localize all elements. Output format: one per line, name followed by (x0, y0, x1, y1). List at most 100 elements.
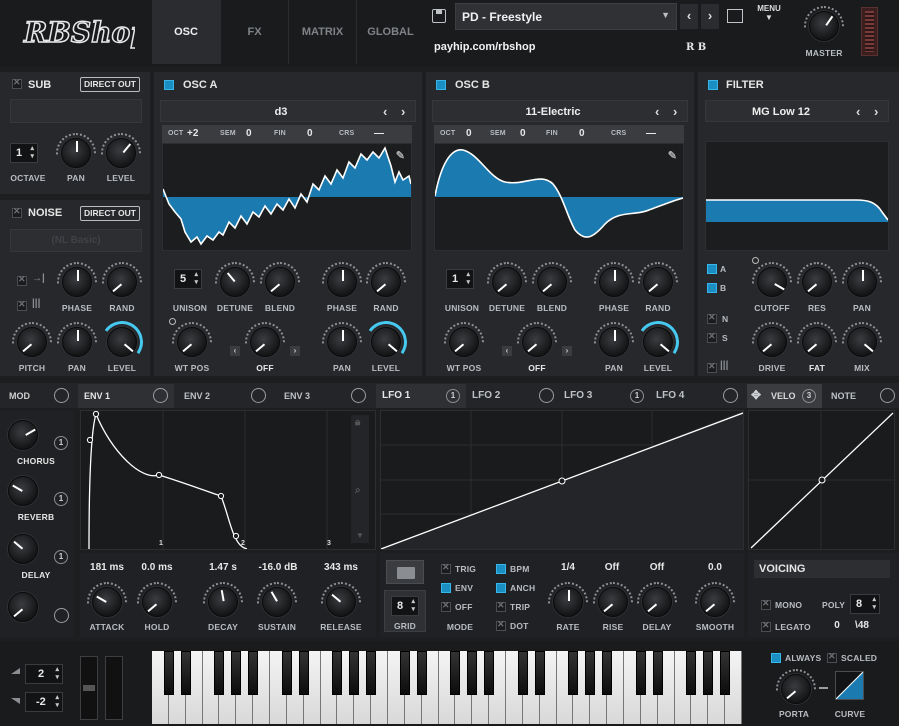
osc-a-detune-knob[interactable] (220, 267, 250, 297)
browser-icon[interactable] (727, 9, 743, 23)
noise-keytrack-toggle[interactable] (17, 299, 27, 311)
macro-2-label[interactable]: REVERB (4, 512, 68, 522)
pitch-bend-down-stepper[interactable]: -2 (25, 692, 63, 712)
folder-icon[interactable] (386, 560, 424, 584)
osc-b-enable-checkbox[interactable] (436, 80, 446, 90)
osc-b-rand-knob[interactable] (643, 267, 673, 297)
tab-env-2[interactable]: ENV 2 (176, 384, 272, 408)
preset-next-button[interactable]: › (701, 4, 719, 29)
tab-velo[interactable]: ✥ VELO 3 (747, 384, 822, 408)
poly-stepper[interactable]: 8 (850, 594, 880, 614)
noise-pan-knob[interactable] (62, 327, 92, 357)
filter-cutoff-knob[interactable] (757, 267, 787, 297)
piano-black-key[interactable] (652, 651, 663, 695)
noise-enable-checkbox[interactable] (12, 206, 22, 218)
lfo-trip-toggle[interactable] (496, 600, 506, 612)
macro-1-knob[interactable] (8, 420, 38, 450)
osc-b-waveform-display[interactable]: ✎ (434, 143, 684, 251)
osc-a-crs-value[interactable]: — (374, 128, 384, 139)
sub-direct-out-button[interactable]: DIRECT OUT (80, 77, 140, 92)
piano-black-key[interactable] (214, 651, 225, 695)
osc-b-detune-knob[interactable] (492, 267, 522, 297)
osc-a-warp-knob[interactable] (250, 327, 280, 357)
tab-matrix[interactable]: MATRIX (288, 0, 356, 64)
lfo-rate-knob[interactable] (553, 587, 583, 617)
tab-osc[interactable]: OSC (152, 0, 220, 64)
osc-b-oct-value[interactable]: 0 (466, 128, 472, 139)
sub-pan-knob[interactable] (61, 138, 91, 168)
noise-direct-out-button[interactable]: DIRECT OUT (80, 206, 140, 221)
osc-b-level-knob[interactable] (643, 327, 673, 357)
macro-1-label[interactable]: CHORUS (4, 456, 68, 466)
osc-a-unison-stepper[interactable]: 5 (174, 269, 202, 289)
zoom-icon[interactable]: ⌕ (355, 485, 361, 496)
env-hold-knob[interactable] (142, 587, 172, 617)
env-release-knob[interactable] (326, 587, 356, 617)
velocity-display[interactable] (748, 410, 895, 550)
tab-fx[interactable]: FX (220, 0, 288, 64)
piano-black-key[interactable] (534, 651, 545, 695)
filter-route-s-checkbox[interactable] (707, 331, 717, 343)
piano-black-key[interactable] (332, 651, 343, 695)
lock-icon[interactable]: 🔒︎ (355, 417, 360, 428)
noise-pitch-knob[interactable] (17, 327, 47, 357)
piano-black-key[interactable] (568, 651, 579, 695)
drag-source-icon[interactable] (251, 388, 266, 403)
filter-keytrack-toggle[interactable] (707, 361, 717, 373)
piano-black-key[interactable] (450, 651, 461, 695)
porta-knob[interactable] (781, 674, 811, 704)
osc-b-wtpos-knob[interactable] (449, 327, 479, 357)
sub-level-knob[interactable] (106, 138, 136, 168)
piano-black-key[interactable] (720, 651, 731, 695)
piano-black-key[interactable] (703, 651, 714, 695)
porta-curve-button[interactable] (835, 671, 864, 700)
piano-black-key[interactable] (231, 651, 242, 695)
macro-2-knob[interactable] (8, 476, 38, 506)
filter-enable-checkbox[interactable] (708, 80, 718, 90)
menu-button[interactable]: MENU ▼ (753, 4, 785, 29)
osc-a-level-knob[interactable] (371, 327, 401, 357)
porta-always-toggle[interactable] (771, 653, 781, 663)
osc-b-crs-value[interactable]: — (646, 128, 656, 139)
osc-b-wavetable-selector[interactable]: 11-Electric ‹ › (432, 100, 688, 122)
piano-black-key[interactable] (163, 651, 174, 695)
tab-note[interactable]: NOTE (825, 384, 899, 408)
filter-route-b-checkbox[interactable] (707, 283, 717, 293)
sub-octave-stepper[interactable]: 1 (10, 143, 38, 163)
noise-retrig-toggle[interactable] (17, 274, 27, 286)
piano-black-key[interactable] (298, 651, 309, 695)
osc-a-waveform-display[interactable]: ✎ (162, 143, 412, 251)
osc-b-sem-value[interactable]: 0 (520, 128, 526, 139)
lfo-display[interactable] (380, 410, 744, 550)
noise-sample-selector[interactable]: (NL Basic) (10, 229, 142, 252)
scroll-down-icon[interactable]: ▼ (356, 531, 364, 540)
osc-a-warp-next-button[interactable]: › (290, 346, 300, 356)
piano-black-key[interactable] (585, 651, 596, 695)
filter-type-selector[interactable]: MG Low 12 ‹ › (705, 100, 889, 122)
sub-enable-checkbox[interactable] (12, 77, 22, 89)
drag-source-icon[interactable] (539, 388, 554, 403)
master-knob[interactable] (809, 11, 839, 41)
piano-black-key[interactable] (686, 651, 697, 695)
mod-knob-icon[interactable] (54, 388, 69, 403)
sub-waveform-selector[interactable] (10, 99, 142, 123)
osc-a-oct-value[interactable]: +2 (187, 128, 198, 139)
piano-black-key[interactable] (248, 651, 259, 695)
osc-b-fin-value[interactable]: 0 (579, 128, 585, 139)
macro-3-knob[interactable] (8, 534, 38, 564)
osc-a-prev-icon[interactable]: ‹ (383, 104, 387, 119)
filter-drive-knob[interactable] (757, 327, 787, 357)
lfo-dot-toggle[interactable] (496, 619, 506, 631)
osc-a-sem-value[interactable]: 0 (246, 128, 252, 139)
osc-a-next-icon[interactable]: › (401, 104, 405, 119)
osc-a-blend-knob[interactable] (265, 267, 295, 297)
tab-env-1[interactable]: ENV 1 (78, 384, 174, 408)
noise-rand-knob[interactable] (107, 267, 137, 297)
osc-b-prev-icon[interactable]: ‹ (655, 104, 659, 119)
lfo-env-toggle[interactable] (441, 583, 451, 593)
piano-black-key[interactable] (281, 651, 292, 695)
osc-a-wtpos-knob[interactable] (177, 327, 207, 357)
drag-source-icon[interactable] (153, 388, 168, 403)
osc-b-blend-knob[interactable] (537, 267, 567, 297)
osc-a-rand-knob[interactable] (371, 267, 401, 297)
